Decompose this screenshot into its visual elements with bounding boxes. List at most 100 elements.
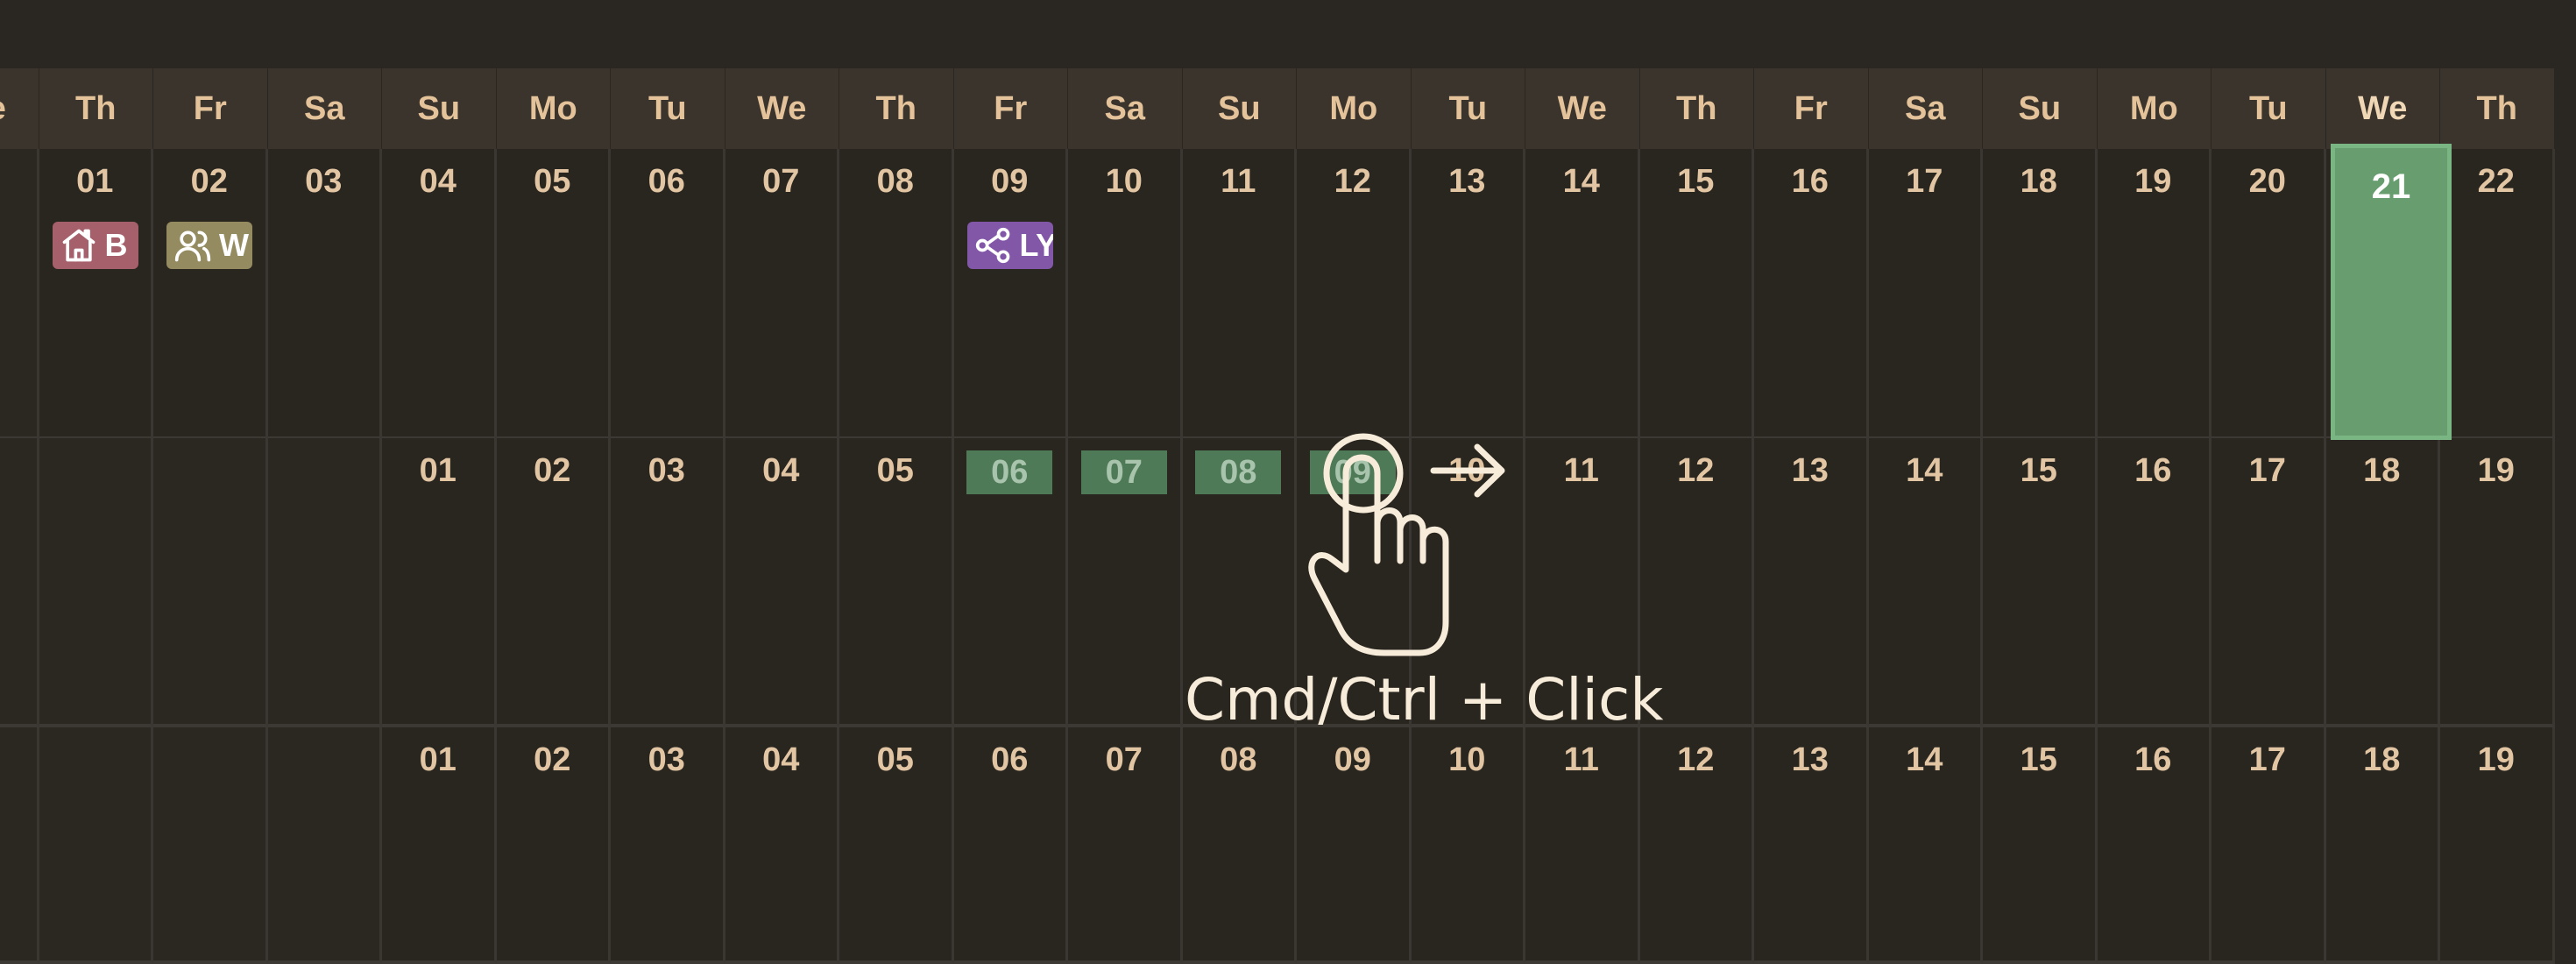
day-cell[interactable]: 09 (1297, 438, 1412, 727)
day-cell[interactable]: 11 (1525, 727, 1640, 964)
day-cell[interactable]: 04 (382, 149, 497, 440)
day-cell[interactable]: 08 (1182, 438, 1297, 727)
day-cell[interactable]: 04 (725, 727, 839, 964)
day-cell[interactable]: 03 (611, 727, 725, 964)
day-cell[interactable]: 22 (2440, 149, 2555, 440)
day-cell[interactable]: 01 (382, 438, 497, 727)
day-cell[interactable]: 02 (153, 149, 268, 440)
event-label: B (104, 227, 128, 263)
day-number: 16 (1791, 163, 1829, 200)
day-cell[interactable]: 06 (953, 727, 1068, 964)
day-cell[interactable]: 17 (1868, 149, 1983, 440)
day-number: 15 (1677, 163, 1715, 200)
day-cell[interactable]: 14 (1525, 149, 1640, 440)
day-number: 06 (648, 163, 685, 200)
day-number: 09 (1334, 741, 1371, 778)
day-number: 06 (991, 741, 1029, 778)
day-cell[interactable]: 05 (839, 727, 954, 964)
empty-day-cell (267, 438, 382, 727)
day-cell[interactable]: 15 (1983, 438, 2098, 727)
day-cell[interactable]: 10 (1411, 727, 1525, 964)
day-cell[interactable]: 03 (267, 149, 382, 440)
day-cell[interactable]: 17 (2212, 438, 2326, 727)
day-cell[interactable]: 18 (2325, 727, 2440, 964)
day-number: 15 (2020, 452, 2057, 489)
day-cell[interactable]: 09 (953, 149, 1068, 440)
day-number: 12 (1677, 741, 1715, 778)
day-cell[interactable]: 15 (1639, 149, 1754, 440)
empty-day-cell (39, 438, 153, 727)
day-number: 10 (1105, 163, 1143, 200)
day-cell[interactable]: 06 (611, 149, 725, 440)
day-number: 10 (1448, 452, 1486, 489)
day-number: 10 (1448, 741, 1486, 778)
day-cell[interactable]: 05 (839, 438, 954, 727)
day-cell[interactable]: 08 (1182, 727, 1297, 964)
day-cell[interactable]: 06 (953, 438, 1068, 727)
day-cell[interactable]: 11 (1182, 149, 1297, 440)
day-cell[interactable]: 15 (1983, 727, 2098, 964)
day-cell[interactable]: 20 (2212, 149, 2326, 440)
day-number: 18 (2363, 452, 2401, 489)
day-number: 05 (876, 452, 914, 489)
day-number: 01 (419, 452, 456, 489)
day-cell[interactable]: 12 (1639, 727, 1754, 964)
selected-day-number: 08 (1195, 450, 1282, 494)
day-cell[interactable]: 17 (2212, 727, 2326, 964)
day-cell[interactable]: 07 (1068, 438, 1183, 727)
day-cell[interactable]: 09 (1297, 727, 1412, 964)
day-cell[interactable]: 13 (1754, 438, 1869, 727)
day-number: 07 (762, 163, 800, 200)
day-cell[interactable]: 19 (2440, 438, 2555, 727)
day-cell[interactable]: 11 (1525, 438, 1640, 727)
day-cell[interactable]: 02 (496, 438, 611, 727)
day-number: 02 (534, 452, 571, 489)
event-label: W (219, 227, 249, 263)
day-number: 09 (991, 163, 1029, 200)
event-chip[interactable]: B (52, 222, 138, 269)
day-number: 17 (2248, 452, 2286, 489)
day-number: 14 (1906, 741, 1943, 778)
day-number: 20 (2248, 163, 2286, 200)
day-cell[interactable]: 16 (1754, 149, 1869, 440)
day-cell[interactable]: 19 (2097, 149, 2212, 440)
day-cell[interactable]: 12 (1639, 438, 1754, 727)
day-cell[interactable]: 18 (1983, 149, 2098, 440)
day-cell[interactable]: 18 (2325, 438, 2440, 727)
day-number: 03 (648, 452, 685, 489)
day-cell[interactable]: 10 (1068, 149, 1183, 440)
day-cell[interactable]: 01 (382, 727, 497, 964)
empty-day-cell (153, 438, 268, 727)
day-cell[interactable]: 16 (2097, 438, 2212, 727)
day-cell[interactable]: 07 (1068, 727, 1183, 964)
day-number: 02 (534, 741, 571, 778)
users-icon (173, 226, 219, 265)
day-cell[interactable]: 14 (1868, 438, 1983, 727)
day-cell[interactable]: 03 (611, 438, 725, 727)
today-day-number: 21 (2371, 167, 2411, 206)
day-cell[interactable]: 13 (1411, 149, 1525, 440)
day-number: 19 (2477, 452, 2515, 489)
day-cell[interactable]: 12 (1297, 149, 1412, 440)
day-number: 12 (1334, 163, 1371, 200)
day-cell[interactable]: 14 (1868, 727, 1983, 964)
today-cell[interactable]: 21 (2331, 144, 2452, 440)
day-cell[interactable]: 13 (1754, 727, 1869, 964)
day-cell[interactable]: 10 (1411, 438, 1525, 727)
day-number: 04 (762, 741, 800, 778)
day-cell[interactable]: 07 (725, 149, 839, 440)
day-cell[interactable]: 16 (2097, 727, 2212, 964)
event-chip[interactable]: LY (966, 222, 1053, 269)
day-cell[interactable]: 01 (39, 149, 153, 440)
day-cell[interactable]: 08 (839, 149, 954, 440)
day-number: 16 (2134, 741, 2172, 778)
day-cell[interactable]: 02 (496, 727, 611, 964)
event-chip[interactable]: W (166, 222, 252, 269)
house-icon (60, 226, 105, 265)
day-number: 11 (1563, 741, 1599, 778)
day-number: 03 (648, 741, 685, 778)
day-number: 15 (2020, 741, 2057, 778)
day-cell[interactable]: 05 (496, 149, 611, 440)
day-cell[interactable]: 04 (725, 438, 839, 727)
day-cell[interactable]: 19 (2440, 727, 2555, 964)
